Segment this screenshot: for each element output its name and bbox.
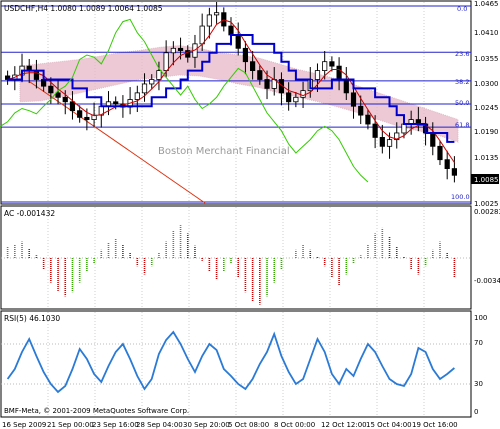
candle-body [358, 105, 364, 116]
candle-body [365, 114, 371, 125]
candle-body [235, 34, 241, 49]
ac-header: AC -0.001432 [4, 209, 55, 218]
candle-body [386, 139, 393, 147]
candle-body [228, 25, 234, 36]
rsi-axis-label: 30 [474, 380, 483, 388]
time-label: 19 Oct 16:00 [412, 421, 458, 429]
candle-body [55, 92, 61, 98]
time-label: 15 Oct 04:00 [366, 421, 412, 429]
candle-body [322, 61, 328, 71]
candle-body [156, 70, 162, 80]
candle-body [77, 110, 83, 118]
time-label: 8 Oct 00:00 [274, 421, 315, 429]
price-label: 1.0465 [474, 0, 499, 8]
candle-body [379, 137, 385, 147]
rsi-axis-label: 100 [474, 314, 487, 322]
candle-body [264, 79, 270, 89]
candle-body [242, 47, 249, 63]
time-label: 12 Oct 12:00 [321, 421, 367, 429]
price-label: 1.0135 [474, 154, 499, 162]
time-label: 28 Sep 04:00 [136, 421, 183, 429]
candle-body [170, 47, 176, 54]
fib-label: 38.2 [455, 78, 469, 86]
candle-body [41, 79, 47, 87]
time-label: 23 Sep 16:00 [92, 421, 139, 429]
fib-label: 23.6 [455, 50, 469, 58]
candle-body [69, 101, 76, 112]
candle-body [314, 70, 321, 80]
candle-body [33, 70, 40, 80]
candle-body [293, 96, 299, 103]
candle-body [221, 12, 227, 27]
candle-body [329, 61, 335, 67]
price-label: 1.0300 [474, 80, 499, 88]
copyright-text: BMF-Meta, © 2001-2009 MetaQuotes Softwar… [4, 407, 189, 415]
time-label: 16 Sep 2009 [2, 421, 46, 429]
watermark: Boston Merchant Financial [158, 146, 290, 157]
candle-body [134, 92, 140, 100]
candle-body [177, 47, 184, 51]
time-label: 30 Sep 20:00 [183, 421, 230, 429]
candle-body [62, 96, 68, 103]
current-price-label: 1.0085 [474, 176, 499, 184]
rsi-axis-label: 0 [474, 408, 478, 416]
candle-body [48, 85, 54, 94]
candle-body [206, 14, 212, 27]
price-label: 1.0245 [474, 104, 499, 112]
rsi-header: RSI(5) 46.1030 [4, 314, 60, 323]
candle-body [430, 132, 436, 147]
candle-body [213, 12, 220, 16]
symbol-header: USDCHF,H4 1.0080 1.0089 1.0064 1.0085 [4, 4, 163, 13]
candle-body [401, 123, 407, 134]
candle-body [113, 101, 119, 105]
fib-label: 0.0 [457, 5, 467, 13]
candle-body [149, 79, 155, 85]
candle-body [437, 145, 443, 161]
price-label: 1.0410 [474, 29, 499, 37]
candle-body [444, 159, 450, 169]
candle-body [199, 25, 205, 45]
candle-body [163, 52, 169, 71]
candle-body [141, 83, 148, 94]
candle-body [451, 168, 457, 176]
candle-body [286, 92, 292, 103]
ac-axis-bottom: -0.003466 [474, 277, 500, 285]
time-axis: 16 Sep 2009 21 Sep 00:00 23 Sep 16:00 28… [2, 421, 458, 429]
candle-body [84, 116, 90, 120]
candle-body [336, 65, 342, 80]
candle-body [343, 79, 349, 94]
ac-axis-top: 0.002834 [474, 208, 500, 216]
price-label: 1.0190 [474, 128, 499, 136]
candle-body [350, 92, 357, 107]
time-label: 5 Oct 08:00 [228, 421, 269, 429]
trading-chart[interactable]: Boston Merchant Financial USDCHF,H4 1.00… [0, 0, 500, 429]
candle-body [300, 90, 306, 98]
time-label: 21 Sep 00:00 [47, 421, 94, 429]
price-label: 1.0025 [474, 200, 499, 208]
rsi-axis-label: 70 [474, 339, 483, 347]
candle-body [257, 70, 263, 80]
fib-label: 100.0 [451, 193, 470, 201]
price-label: 1.0355 [474, 55, 499, 63]
fib-label: 50.0 [455, 99, 469, 107]
candle-body [372, 123, 378, 138]
candle-body [250, 61, 256, 71]
fib-label: 61.8 [455, 121, 469, 129]
